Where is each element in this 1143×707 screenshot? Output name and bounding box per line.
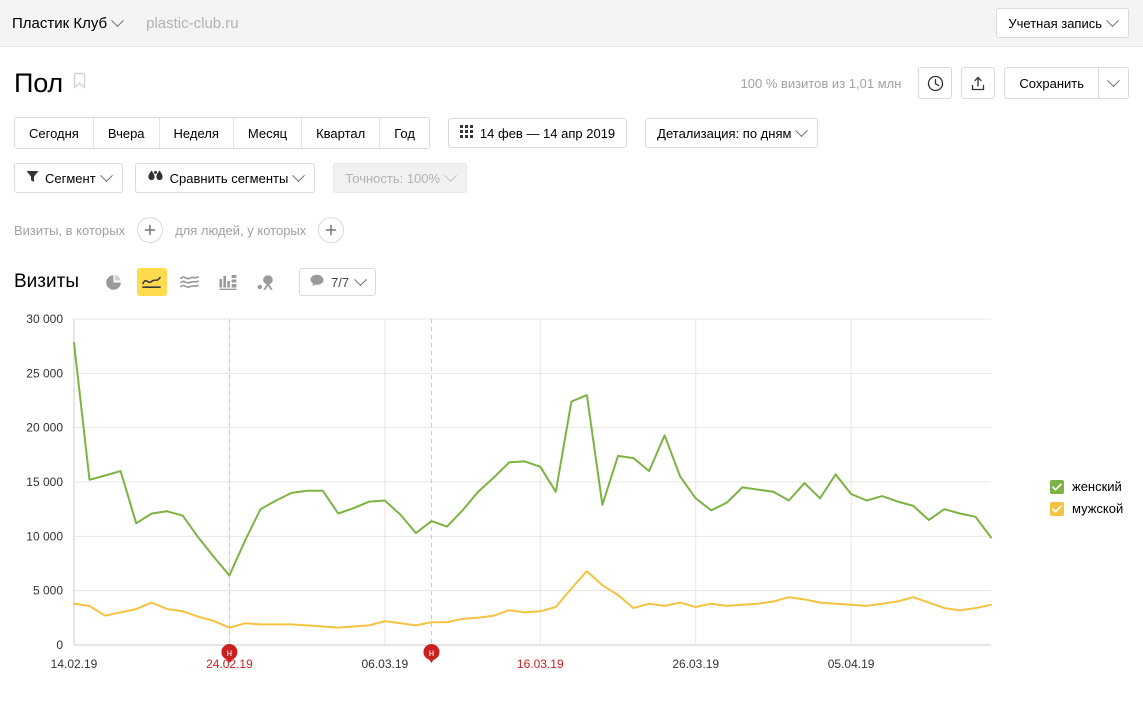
comments-count: 7/7 <box>330 274 350 290</box>
page-header: Пол 100 % визитов из 1,01 млн Сохранить <box>0 47 1143 101</box>
visits-line-chart[interactable]: 0 5 000 10 000 15 000 20 000 25 000 30 000 14.0… <box>0 307 1143 687</box>
chevron-down-icon <box>111 13 124 27</box>
period-week[interactable]: Неделя <box>159 118 234 148</box>
svg-text:05.04.19: 05.04.19 <box>828 657 875 671</box>
period-quarter[interactable]: Квартал <box>302 118 381 148</box>
bookmark-icon[interactable] <box>73 72 86 94</box>
visits-summary: 100 % визитов из 1,01 млн <box>740 75 902 91</box>
account-button[interactable]: Учетная запись <box>996 8 1129 38</box>
svg-text:14.02.19: 14.02.19 <box>51 657 98 671</box>
period-controls-row: Сегодня Вчера Неделя Месяц Квартал Год 1… <box>0 117 1143 149</box>
chevron-down-icon <box>354 272 367 286</box>
svg-text:25 000: 25 000 <box>26 366 63 380</box>
line-chart-view-icon[interactable] <box>136 268 167 296</box>
chart-container: 0 5 000 10 000 15 000 20 000 25 000 30 000 14.0… <box>0 307 1143 687</box>
map-view-icon[interactable] <box>251 268 281 296</box>
top-bar: Пластик Клуб plastic-club.ru Учетная зап… <box>0 0 1143 47</box>
page-title: Пол <box>14 67 63 98</box>
calendar-icon <box>459 124 474 142</box>
period-segmented-control: Сегодня Вчера Неделя Месяц Квартал Год <box>14 117 430 149</box>
period-today[interactable]: Сегодня <box>15 118 94 148</box>
bar-chart-view-icon[interactable] <box>213 268 243 296</box>
legend-item-male[interactable]: мужской <box>1050 501 1123 516</box>
period-yesterday[interactable]: Вчера <box>93 118 160 148</box>
segment-label: Сегмент <box>45 170 96 186</box>
detail-level-button[interactable]: Детализация: по дням <box>645 118 819 148</box>
people-filter-label: для людей, у которых <box>175 222 307 238</box>
chevron-down-icon <box>1106 13 1119 27</box>
filter-builder-row: Визиты, в которых для людей, у которых <box>0 217 1143 243</box>
svg-text:06.03.19: 06.03.19 <box>361 657 408 671</box>
date-range-label: 14 фев — 14 апр 2019 <box>479 125 616 141</box>
chevron-down-icon <box>99 168 113 182</box>
chevron-down-icon <box>1107 73 1120 87</box>
svg-text:10 000: 10 000 <box>26 529 63 543</box>
svg-text:20 000: 20 000 <box>26 421 63 435</box>
chevron-down-icon <box>795 123 809 137</box>
chevron-down-icon <box>444 168 457 182</box>
svg-text:н: н <box>227 648 233 659</box>
counter-name-label: Пластик Клуб <box>12 14 108 32</box>
pie-chart-view-icon[interactable] <box>99 268 129 296</box>
legend-checkbox-female[interactable] <box>1050 479 1064 494</box>
compare-segments-button[interactable]: Сравнить сегменты <box>134 163 316 193</box>
comments-button[interactable]: 7/7 <box>298 268 377 296</box>
compare-droplets-icon <box>147 170 164 187</box>
legend-label-male: мужской <box>1072 501 1124 516</box>
save-options-button[interactable] <box>1098 67 1129 99</box>
save-split-button: Сохранить <box>1004 67 1129 99</box>
save-button[interactable]: Сохранить <box>1004 67 1098 99</box>
svg-text:15 000: 15 000 <box>26 475 63 489</box>
segment-button[interactable]: Сегмент <box>14 163 123 193</box>
legend-item-female[interactable]: женский <box>1050 479 1123 494</box>
svg-text:0: 0 <box>56 638 63 652</box>
area-chart-view-icon[interactable] <box>175 268 205 296</box>
add-visit-filter-button[interactable] <box>137 217 164 243</box>
compare-segments-label: Сравнить сегменты <box>169 170 289 186</box>
svg-text:30 000: 30 000 <box>26 312 63 326</box>
segment-controls-row: Сегмент Сравнить сегменты Точность: 100% <box>0 163 1143 193</box>
export-button[interactable] <box>961 67 996 99</box>
svg-text:5 000: 5 000 <box>33 584 63 598</box>
period-month[interactable]: Месяц <box>233 118 303 148</box>
svg-text:16.03.19: 16.03.19 <box>517 657 564 671</box>
svg-text:26.03.19: 26.03.19 <box>672 657 719 671</box>
funnel-icon <box>26 170 39 186</box>
history-clock-button[interactable] <box>918 67 953 99</box>
detail-level-label: Детализация: по дням <box>657 125 792 141</box>
legend-label-female: женский <box>1072 479 1122 494</box>
accuracy-label: Точность: 100% <box>345 170 441 186</box>
date-range-button[interactable]: 14 фев — 14 апр 2019 <box>447 118 628 148</box>
comment-bubble-icon <box>310 274 324 290</box>
counter-domain-link[interactable]: plastic-club.ru <box>146 15 239 32</box>
chart-toolbar: Визиты 7/7 <box>0 267 1143 297</box>
svg-text:н: н <box>429 648 435 659</box>
account-label: Учетная запись <box>1008 15 1102 31</box>
period-year[interactable]: Год <box>380 118 429 148</box>
visits-filter-label: Визиты, в которых <box>14 222 126 238</box>
accuracy-button[interactable]: Точность: 100% <box>333 163 468 193</box>
metric-title: Визиты <box>14 271 79 292</box>
add-people-filter-button[interactable] <box>318 217 345 243</box>
counter-selector[interactable]: Пластик Клуб <box>12 13 124 32</box>
chevron-down-icon <box>292 168 306 182</box>
chart-legend: женский мужской <box>1050 479 1123 523</box>
legend-checkbox-male[interactable] <box>1050 501 1064 516</box>
